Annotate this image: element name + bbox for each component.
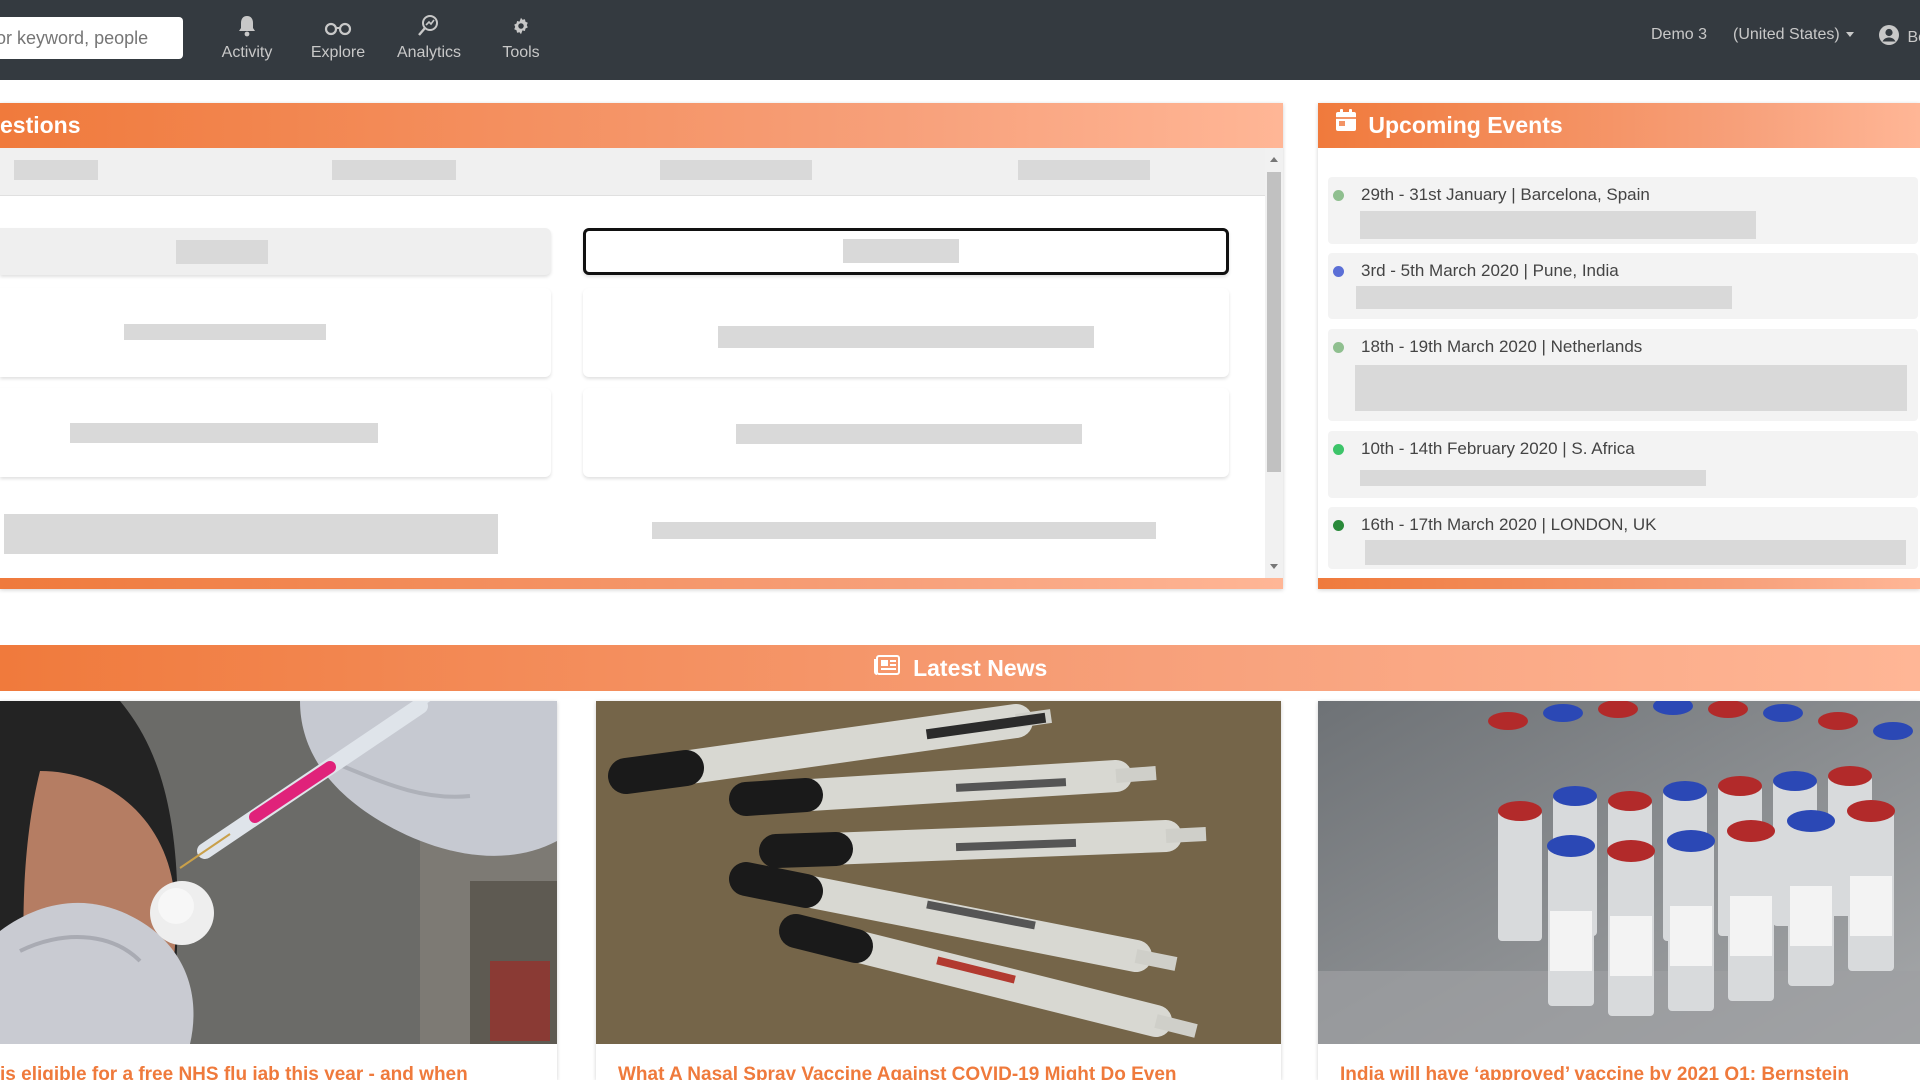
latest-news-header: Latest News (0, 645, 1920, 691)
questions-scrollbar[interactable] (1265, 148, 1283, 578)
news-image-vials[interactable] (1318, 701, 1920, 1044)
questions-panel: estions (0, 103, 1283, 589)
news-title[interactable]: is eligible for a free NHS flu jab this … (0, 1064, 468, 1080)
nav-explore-label: Explore (310, 44, 366, 61)
event-desc-placeholder (1608, 470, 1706, 486)
events-panel-title: Upcoming Events (1368, 112, 1563, 138)
tab-placeholder[interactable] (660, 160, 812, 180)
card-placeholder (736, 424, 1082, 444)
news-title[interactable]: What A Nasal Spray Vaccine Against COVID… (618, 1064, 1177, 1080)
nav-tools-label: Tools (502, 44, 540, 61)
question-card[interactable] (0, 388, 551, 477)
status-dot-icon (1333, 266, 1344, 277)
latest-news-title: Latest News (913, 655, 1048, 681)
event-item[interactable]: 10th - 14th February 2020 | S. Africa (1328, 431, 1918, 498)
scroll-down-icon[interactable] (1270, 564, 1278, 569)
event-label: 3rd - 5th March 2020 | Pune, India (1361, 261, 1619, 280)
event-item[interactable]: 3rd - 5th March 2020 | Pune, India (1328, 253, 1918, 319)
event-desc-placeholder (1355, 365, 1907, 411)
questions-panel-footer (0, 578, 1283, 589)
question-card-selected[interactable] (583, 228, 1229, 275)
news-image-nasal-spray[interactable] (596, 701, 1281, 1044)
caret-down-icon (1845, 32, 1854, 38)
news-image-injection[interactable] (0, 701, 557, 1044)
question-card[interactable] (583, 388, 1229, 477)
events-panel-header: Upcoming Events (1318, 103, 1920, 148)
event-label: 16th - 17th March 2020 | LONDON, UK (1361, 515, 1657, 534)
calendar-icon (1335, 102, 1357, 147)
card-placeholder (176, 240, 268, 264)
card-placeholder (124, 324, 326, 340)
card-placeholder (843, 239, 959, 263)
news-title[interactable]: India will have ‘approved’ vaccine by 20… (1340, 1064, 1849, 1080)
nav-tools[interactable]: Tools (466, 14, 576, 62)
question-card[interactable] (583, 288, 1229, 377)
nav-analytics-label: Analytics (396, 44, 462, 61)
user-menu[interactable]: Bo (1878, 24, 1920, 51)
event-desc-placeholder (1360, 470, 1608, 486)
scrollbar-thumb[interactable] (1267, 172, 1281, 472)
demo-label[interactable]: Demo 3 (1651, 26, 1707, 44)
event-desc-placeholder (1365, 540, 1906, 565)
question-text-placeholder[interactable] (4, 514, 498, 554)
top-navbar: Activity Explore Analytics Tools Demo 3 … (0, 0, 1920, 80)
question-card[interactable] (0, 288, 551, 377)
event-label: 29th - 31st January | Barcelona, Spain (1361, 185, 1650, 204)
scroll-up-icon[interactable] (1270, 157, 1278, 162)
questions-tab-row (0, 148, 1265, 196)
card-placeholder (718, 326, 1094, 348)
gear-icon (466, 14, 576, 38)
status-dot-icon (1333, 520, 1344, 531)
news-card[interactable]: India will have ‘approved’ vaccine by 20… (1318, 701, 1920, 1080)
event-item[interactable]: 18th - 19th March 2020 | Netherlands (1328, 329, 1918, 421)
status-dot-icon (1333, 190, 1344, 201)
upcoming-events-panel: Upcoming Events 29th - 31st January | Ba… (1318, 103, 1920, 589)
event-label: 10th - 14th February 2020 | S. Africa (1361, 439, 1635, 458)
search-box[interactable] (0, 17, 183, 59)
questions-panel-title: estions (0, 112, 81, 138)
user-avatar-icon (1878, 24, 1900, 51)
nav-activity-label: Activity (221, 44, 273, 61)
event-item[interactable]: 16th - 17th March 2020 | LONDON, UK (1328, 507, 1918, 569)
questions-panel-header: estions (0, 103, 1283, 148)
event-item[interactable]: 29th - 31st January | Barcelona, Spain (1328, 177, 1918, 244)
region-label: (United States) (1733, 26, 1840, 43)
question-text-placeholder[interactable] (652, 522, 1156, 539)
search-input[interactable] (0, 17, 181, 59)
region-dropdown[interactable]: (United States) (1733, 26, 1854, 44)
card-placeholder (70, 423, 378, 443)
event-label: 18th - 19th March 2020 | Netherlands (1361, 337, 1643, 356)
event-desc-placeholder (1360, 211, 1756, 239)
news-card[interactable]: is eligible for a free NHS flu jab this … (0, 701, 557, 1080)
status-dot-icon (1333, 444, 1344, 455)
event-desc-placeholder (1356, 286, 1732, 309)
news-card[interactable]: What A Nasal Spray Vaccine Against COVID… (596, 701, 1281, 1080)
events-panel-footer (1318, 578, 1920, 589)
newspaper-icon (873, 645, 901, 691)
tab-placeholder[interactable] (332, 160, 456, 180)
tab-placeholder[interactable] (1018, 160, 1150, 180)
tab-placeholder[interactable] (14, 160, 98, 180)
question-card-active[interactable] (0, 228, 551, 275)
status-dot-icon (1333, 342, 1344, 353)
user-label: Bo (1907, 28, 1920, 46)
